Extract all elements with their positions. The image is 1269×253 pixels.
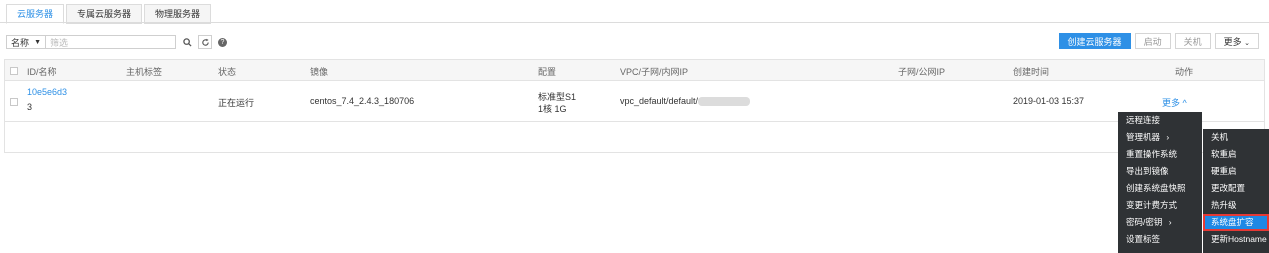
- tab-bar: 云服务器 专属云服务器 物理服务器: [6, 4, 213, 24]
- submenu-item-shutdown[interactable]: 关机: [1203, 129, 1269, 146]
- menu-item-create-snapshot[interactable]: 创建系统盘快照: [1118, 180, 1202, 197]
- header-status: 状态: [218, 67, 237, 77]
- submenu-item-hot-upgrade[interactable]: 热升级: [1203, 197, 1269, 214]
- menu-item-export-image[interactable]: 导出到镜像: [1118, 163, 1202, 180]
- tab-cloud-server[interactable]: 云服务器: [6, 4, 65, 24]
- chevron-down-icon: ⌄: [1244, 40, 1250, 47]
- help-icon[interactable]: ?: [218, 37, 227, 47]
- header-action: 动作: [1175, 67, 1194, 77]
- shutdown-button[interactable]: 关机: [1174, 33, 1211, 49]
- server-table: ID/名称 主机标签 状态 镜像 配置 VPC/子网/内网IP 子网/公网IP …: [4, 59, 1265, 153]
- submenu-item-hard-reboot[interactable]: 硬重启: [1203, 163, 1269, 180]
- server-name: 3: [27, 102, 33, 112]
- manage-machine-submenu: 关机 软重启 硬重启 更改配置 热升级 系统盘扩容 更新Hostname: [1203, 129, 1269, 253]
- header-created: 创建时间: [1013, 67, 1050, 77]
- menu-item-reset-os[interactable]: 重置操作系统: [1118, 146, 1202, 163]
- header-vpc: VPC/子网/内网IP: [620, 67, 689, 77]
- server-vpc-text: vpc_default/default/: [620, 96, 699, 106]
- submenu-item-soft-reboot[interactable]: 软重启: [1203, 146, 1269, 163]
- table-header: ID/名称 主机标签 状态 镜像 配置 VPC/子网/内网IP 子网/公网IP …: [5, 60, 1264, 81]
- search-placeholder: 筛选: [50, 37, 69, 48]
- row-more-menu: 远程连接 管理机器 › 重置操作系统 导出到镜像 创建系统盘快照 变更计费方式 …: [1118, 112, 1202, 253]
- header-public-ip: 子网/公网IP: [898, 67, 946, 77]
- start-button[interactable]: 启动: [1134, 33, 1171, 49]
- server-created-time: 2019-01-03 15:37: [1013, 96, 1085, 106]
- masked-ip: [698, 97, 751, 107]
- tab-physical-server[interactable]: 物理服务器: [144, 4, 212, 24]
- more-actions-label: 更多: [1223, 37, 1242, 47]
- menu-item-remote-connect[interactable]: 远程连接: [1118, 112, 1202, 129]
- header-image: 镜像: [310, 67, 329, 77]
- header-host-tag: 主机标签: [126, 67, 163, 77]
- chevron-right-icon: ›: [1168, 217, 1172, 227]
- select-all-checkbox[interactable]: [10, 67, 18, 75]
- search-button[interactable]: [180, 35, 194, 49]
- filter-field-select[interactable]: 名称 ▼: [6, 35, 46, 49]
- row-checkbox[interactable]: [10, 98, 18, 106]
- row-more-button[interactable]: 更多 ^: [1162, 96, 1187, 109]
- menu-item-set-tags[interactable]: 设置标签: [1118, 231, 1202, 248]
- header-id-name: ID/名称: [27, 67, 57, 77]
- table-row: 10e5e6d3 3 正在运行 centos_7.4_2.4.3_180706 …: [5, 81, 1264, 122]
- server-vpc: vpc_default/default/: [620, 96, 751, 107]
- submenu-item-change-config[interactable]: 更改配置: [1203, 180, 1269, 197]
- filter-field-label: 名称: [11, 37, 30, 48]
- tab-dedicated-cloud-server[interactable]: 专属云服务器: [66, 4, 143, 24]
- server-status: 正在运行: [218, 98, 255, 108]
- menu-item-manage-machine-label: 管理机器: [1126, 132, 1161, 142]
- server-id-link[interactable]: 10e5e6d3: [27, 87, 67, 97]
- chevron-right-icon: ›: [1166, 132, 1170, 142]
- server-config-spec: 1核 1G: [538, 104, 567, 114]
- submenu-item-update-hostname[interactable]: 更新Hostname: [1203, 231, 1269, 248]
- create-server-button[interactable]: 创建云服务器: [1058, 33, 1131, 49]
- submenu-item-expand-system-disk[interactable]: 系统盘扩容: [1203, 214, 1269, 231]
- menu-item-password-key-label: 密码/密钥: [1126, 217, 1163, 227]
- refresh-button[interactable]: [198, 35, 212, 49]
- server-image: centos_7.4_2.4.3_180706: [310, 96, 415, 106]
- menu-item-manage-machine[interactable]: 管理机器 ›: [1118, 129, 1202, 146]
- menu-item-change-billing[interactable]: 变更计费方式: [1118, 197, 1202, 214]
- menu-item-password-key[interactable]: 密码/密钥 ›: [1118, 214, 1202, 231]
- search-icon: [182, 37, 192, 47]
- tab-divider: [0, 22, 1269, 23]
- chevron-down-icon: ▼: [34, 38, 41, 46]
- filter-toolbar: 名称 ▼ 筛选 ?: [6, 34, 227, 50]
- more-actions-button[interactable]: 更多 ⌄: [1214, 33, 1259, 49]
- refresh-icon: [201, 38, 209, 46]
- row-more-label: 更多: [1162, 98, 1181, 108]
- action-buttons: 创建云服务器 启动 关机 更多 ⌄: [1055, 33, 1259, 49]
- search-input[interactable]: 筛选: [46, 35, 176, 49]
- chevron-up-icon: ^: [1182, 98, 1187, 108]
- header-config: 配置: [538, 67, 557, 77]
